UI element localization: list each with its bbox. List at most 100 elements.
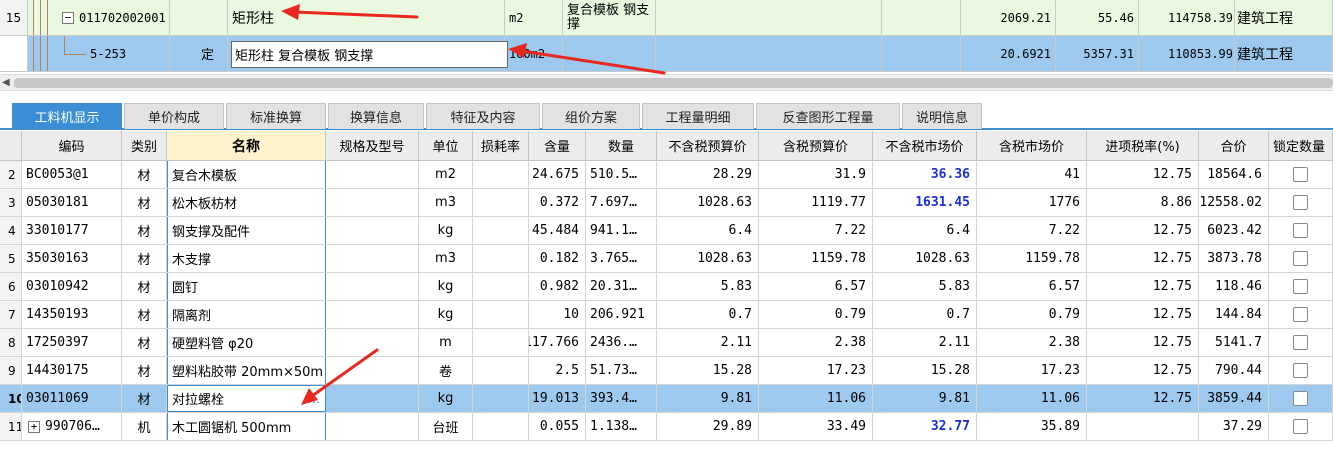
cell-budget-in[interactable]: 31.9 xyxy=(759,161,873,188)
profession-cell[interactable]: 建筑工程 xyxy=(1235,36,1333,71)
cell-budget-in[interactable]: 17.23 xyxy=(759,357,873,384)
cell-spec[interactable] xyxy=(326,245,419,272)
cell-content[interactable]: 19.013 xyxy=(529,385,586,412)
lock-checkbox[interactable] xyxy=(1293,251,1308,266)
lock-checkbox[interactable] xyxy=(1293,307,1308,322)
cell-budget-ex[interactable]: 29.89 xyxy=(657,413,759,440)
cell-spec[interactable] xyxy=(326,301,419,328)
cell-market-in[interactable]: 7.22 xyxy=(977,217,1087,244)
tab-conversion-info[interactable]: 换算信息 xyxy=(328,103,424,129)
cell-content[interactable]: 45.484 xyxy=(529,217,586,244)
cell-market-in[interactable]: 1776 xyxy=(977,189,1087,216)
header-budget-in[interactable]: 含税预算价 xyxy=(759,131,873,160)
blank-cell[interactable] xyxy=(882,36,961,71)
lock-checkbox-cell[interactable] xyxy=(1269,273,1333,300)
tab-graphic-quantity[interactable]: 反查图形工程量 xyxy=(756,103,900,129)
cell-market-ex[interactable]: 36.36 xyxy=(873,161,977,188)
cell-unit[interactable]: m3 xyxy=(419,245,473,272)
cell-cat[interactable]: 材 xyxy=(122,189,167,216)
cell-cat[interactable]: 机 xyxy=(122,413,167,440)
cell-market-in[interactable]: 6.57 xyxy=(977,273,1087,300)
name-cell[interactable]: 矩形柱 xyxy=(228,0,505,35)
lock-checkbox-cell[interactable] xyxy=(1269,385,1333,412)
cell-content[interactable]: 0.182 xyxy=(529,245,586,272)
lock-checkbox-cell[interactable] xyxy=(1269,357,1333,384)
cell-market-in[interactable]: 1159.78 xyxy=(977,245,1087,272)
cell-cat[interactable]: 材 xyxy=(122,385,167,412)
cell-cat[interactable]: 材 xyxy=(122,245,167,272)
cell-tax[interactable]: 12.75 xyxy=(1087,385,1199,412)
cell-market-ex[interactable]: 32.77 xyxy=(873,413,977,440)
lock-checkbox[interactable] xyxy=(1293,195,1308,210)
cell-name[interactable]: 对拉螺栓… xyxy=(167,385,326,412)
cell-code[interactable]: 33010177 xyxy=(22,217,122,244)
cell-market-in[interactable]: 11.06 xyxy=(977,385,1087,412)
cell-spec[interactable] xyxy=(326,329,419,356)
blank-cell[interactable] xyxy=(656,0,882,35)
cell-market-ex[interactable]: 15.28 xyxy=(873,357,977,384)
lock-checkbox-cell[interactable] xyxy=(1269,329,1333,356)
cell-tax[interactable]: 12.75 xyxy=(1087,329,1199,356)
header-total[interactable]: 合价 xyxy=(1199,131,1269,160)
tab-features[interactable]: 特征及内容 xyxy=(426,103,540,129)
table-row[interactable]: 6 03010942 材圆钉 kg 0.982 20.31… 5.83 6.57 5.83 6.5… xyxy=(0,273,1333,301)
type-cell[interactable] xyxy=(170,0,228,35)
code-cell[interactable]: − 011702002001 xyxy=(28,0,170,35)
table-row[interactable]: 8 17250397 材硬塑料管 φ20 m 117.766 2436.… 2.11 2.38… xyxy=(0,329,1333,357)
tab-pricing-scheme[interactable]: 组价方案 xyxy=(542,103,640,129)
cell-code[interactable]: 17250397 xyxy=(22,329,122,356)
blank-cell[interactable] xyxy=(882,0,961,35)
cell-market-ex[interactable]: 9.81 xyxy=(873,385,977,412)
cell-market-in[interactable]: 17.23 xyxy=(977,357,1087,384)
cell-loss[interactable] xyxy=(473,273,529,300)
lock-checkbox-cell[interactable] xyxy=(1269,413,1333,440)
cell-loss[interactable] xyxy=(473,357,529,384)
header-code[interactable]: 编码 xyxy=(22,131,122,160)
cell-loss[interactable] xyxy=(473,413,529,440)
cell-total[interactable]: 12558.02 xyxy=(1199,189,1269,216)
cell-content[interactable]: 0.372 xyxy=(529,189,586,216)
cell-name[interactable]: 隔离剂 xyxy=(167,301,326,328)
cell-spec[interactable] xyxy=(326,357,419,384)
cell-qty[interactable]: 2436.… xyxy=(586,329,657,356)
cell-unit[interactable]: m3 xyxy=(419,189,473,216)
header-spec[interactable]: 规格及型号 xyxy=(326,131,419,160)
horizontal-scrollbar[interactable]: ◀ xyxy=(0,74,1333,91)
table-row[interactable]: 7 14350193 材隔离剂 kg 10 206.921 0.7 0.79 0.7 0.79 12… xyxy=(0,301,1333,329)
lock-checkbox[interactable] xyxy=(1293,167,1308,182)
cell-unit[interactable]: kg xyxy=(419,217,473,244)
table-row[interactable]: 11 +990706… 机木工圆锯机 500mm 台班 0.055 1.138… 29.89… xyxy=(0,413,1333,441)
cell-code[interactable]: 14430175 xyxy=(22,357,122,384)
lock-checkbox-cell[interactable] xyxy=(1269,245,1333,272)
cell-loss[interactable] xyxy=(473,385,529,412)
cell-budget-ex[interactable]: 9.81 xyxy=(657,385,759,412)
cell-market-in[interactable]: 2.38 xyxy=(977,329,1087,356)
cell-code[interactable]: 05030181 xyxy=(22,189,122,216)
cell-tax[interactable]: 12.75 xyxy=(1087,161,1199,188)
cell-unit[interactable]: m xyxy=(419,329,473,356)
cell-budget-in[interactable]: 6.57 xyxy=(759,273,873,300)
header-loss[interactable]: 损耗率 xyxy=(473,131,529,160)
cell-budget-ex[interactable]: 5.83 xyxy=(657,273,759,300)
tab-quantity-detail[interactable]: 工程量明细 xyxy=(642,103,754,129)
cell-tax[interactable] xyxy=(1087,413,1199,440)
cell-name[interactable]: 圆钉 xyxy=(167,273,326,300)
lock-checkbox[interactable] xyxy=(1293,391,1308,406)
price-cell[interactable]: 5357.31 xyxy=(1056,36,1139,71)
cell-budget-ex[interactable]: 2.11 xyxy=(657,329,759,356)
cell-market-ex[interactable]: 0.7 xyxy=(873,301,977,328)
cell-qty[interactable]: 206.921 xyxy=(586,301,657,328)
cell-loss[interactable] xyxy=(473,189,529,216)
cell-unit[interactable]: m2 xyxy=(419,161,473,188)
cell-qty[interactable]: 3.765… xyxy=(586,245,657,272)
cell-unit[interactable]: kg xyxy=(419,385,473,412)
cell-spec[interactable] xyxy=(326,273,419,300)
cell-market-ex[interactable]: 6.4 xyxy=(873,217,977,244)
cell-budget-ex[interactable]: 15.28 xyxy=(657,357,759,384)
cell-total[interactable]: 6023.42 xyxy=(1199,217,1269,244)
cell-cat[interactable]: 材 xyxy=(122,301,167,328)
qty-cell[interactable]: 2069.21 xyxy=(961,0,1056,35)
cell-content[interactable]: 0.982 xyxy=(529,273,586,300)
table-row[interactable]: 1003011069材对拉螺栓…kg19.013393.4…9.8111.069… xyxy=(0,385,1333,413)
cell-market-ex[interactable]: 5.83 xyxy=(873,273,977,300)
